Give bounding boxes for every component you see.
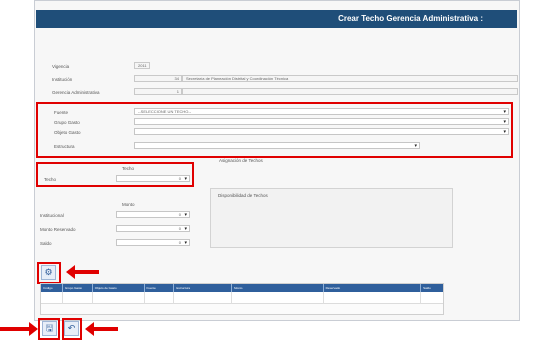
grupo-gasto-label: Grupo Gasto xyxy=(54,120,80,125)
table-cell xyxy=(63,292,93,304)
grupo-gasto-select[interactable]: ▾ xyxy=(134,118,509,125)
table-cell xyxy=(421,292,443,304)
grid-col-header[interactable]: Estructura xyxy=(174,284,233,292)
grid-col-header[interactable]: Objeto de Gasto xyxy=(93,284,145,292)
red-arrow-save xyxy=(0,322,38,336)
monto-reservado-field: 0 ▾ xyxy=(116,225,190,232)
objeto-gasto-select[interactable]: ▾ xyxy=(134,128,509,135)
grid-header: Código Grupo Gasto Objeto de Gasto Fuent… xyxy=(41,284,443,292)
disponibilidad-title: Disponibilidad de Techos xyxy=(218,193,268,198)
save-button[interactable]: 🖫 xyxy=(42,321,57,336)
table-cell xyxy=(174,292,233,304)
spinner-icon: ▾ xyxy=(184,176,187,182)
fuente-label: Fuente xyxy=(54,110,69,115)
table-cell xyxy=(93,292,145,304)
dropdown-arrow-icon: ▾ xyxy=(503,129,506,135)
techo-value: 0 xyxy=(178,176,181,181)
vigencia-label: Vigencia xyxy=(52,64,70,69)
asignacion-title: Asignación de Techos xyxy=(219,158,263,163)
gear-icon: ⚙ xyxy=(44,267,53,277)
vigencia-field: 2011 xyxy=(134,62,150,69)
table-cell xyxy=(145,292,175,304)
dropdown-arrow-icon: ▾ xyxy=(503,119,506,125)
grid-col-header[interactable]: Código xyxy=(41,284,63,292)
grid-col-header[interactable]: Fuente xyxy=(145,284,175,292)
monto-section-title: Monto xyxy=(122,202,135,207)
table-cell xyxy=(41,292,63,304)
spinner-icon: ▾ xyxy=(184,226,187,232)
grid-col-header[interactable]: Saldo xyxy=(421,284,443,292)
institucion-name-field: Secretaría de Planeación Distrital y Coo… xyxy=(182,75,518,82)
save-icon: 🖫 xyxy=(45,322,54,333)
techo-input[interactable]: 0 ▾ xyxy=(116,175,190,182)
saldo-label: Saldo xyxy=(40,241,52,246)
grid-col-header[interactable]: Grupo Gasto xyxy=(63,284,93,292)
institucional-label: Institucional xyxy=(40,213,64,218)
grid-col-header[interactable]: Reservado xyxy=(324,284,422,292)
red-arrow-add xyxy=(66,265,99,279)
gerencia-label: Gerencia Administrativa xyxy=(52,90,100,95)
table-row[interactable] xyxy=(41,292,443,304)
dropdown-arrow-icon: ▾ xyxy=(414,143,417,149)
objeto-gasto-label: Objeto Gasto xyxy=(54,130,81,135)
institucional-field: 0 ▾ xyxy=(116,211,190,218)
institucion-code-field: 34 xyxy=(134,75,182,82)
institucional-value: 0 xyxy=(178,212,181,217)
table-cell xyxy=(324,292,422,304)
saldo-value: 0 xyxy=(178,240,181,245)
saldo-field: 0 ▾ xyxy=(116,239,190,246)
title-bar: Crear Techo Gerencia Administrativa : xyxy=(36,10,517,28)
table-cell xyxy=(232,292,324,304)
estructura-select[interactable]: ▾ xyxy=(134,142,420,149)
institucion-label: Institución xyxy=(52,77,73,82)
estructura-label: Estructura xyxy=(54,144,75,149)
monto-reservado-label: Monto Reservado xyxy=(40,227,76,232)
undo-icon: ↶ xyxy=(67,323,76,333)
page-title: Crear Techo Gerencia Administrativa : xyxy=(338,14,483,23)
techo-label: Techo xyxy=(44,177,57,182)
spinner-icon: ▾ xyxy=(184,240,187,246)
dropdown-arrow-icon: ▾ xyxy=(503,109,506,115)
detail-grid: Código Grupo Gasto Objeto de Gasto Fuent… xyxy=(40,283,444,315)
fuente-select[interactable]: --SELECCIONE UN TECHO-- ▾ xyxy=(134,108,509,115)
red-arrow-undo xyxy=(85,322,118,336)
gerencia-name-field xyxy=(182,88,518,95)
undo-button[interactable]: ↶ xyxy=(64,321,79,336)
grid-col-header[interactable]: Monto xyxy=(232,284,324,292)
techo-section-title: Techo xyxy=(122,166,135,171)
add-row-button[interactable]: ⚙ xyxy=(41,265,56,280)
monto-reservado-value: 0 xyxy=(178,226,181,231)
gerencia-code-field: 1 xyxy=(134,88,182,95)
spinner-icon: ▾ xyxy=(184,212,187,218)
form-window xyxy=(34,0,520,321)
fuente-selected: --SELECCIONE UN TECHO-- xyxy=(138,109,192,114)
